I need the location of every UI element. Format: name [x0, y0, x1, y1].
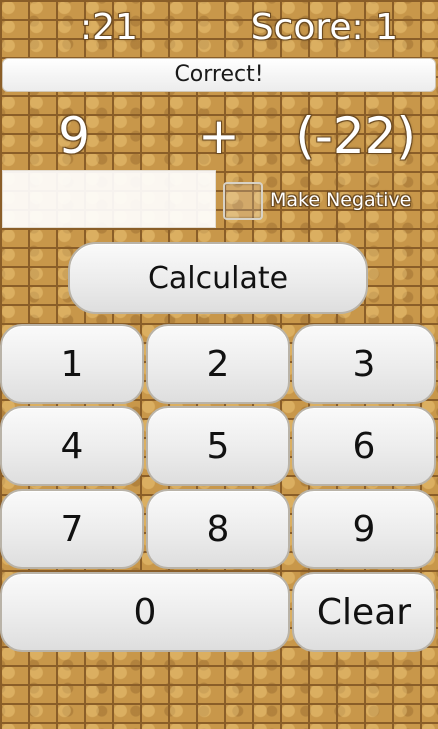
key-4-button[interactable]: 4: [0, 406, 144, 486]
status-message: Correct!: [2, 58, 436, 92]
key-5-button[interactable]: 5: [146, 406, 290, 486]
key-2-button[interactable]: 2: [146, 324, 290, 404]
timer-display: :21: [80, 7, 138, 48]
first-operand: 9: [58, 107, 90, 165]
key-7-button[interactable]: 7: [0, 489, 144, 569]
answer-input[interactable]: [2, 170, 216, 228]
key-1-button[interactable]: 1: [0, 324, 144, 404]
key-8-button[interactable]: 8: [146, 489, 290, 569]
second-operand: (-22): [295, 107, 416, 165]
calculate-button[interactable]: Calculate: [68, 242, 368, 314]
key-0-button[interactable]: 0: [0, 572, 290, 652]
key-9-button[interactable]: 9: [292, 489, 436, 569]
clear-button[interactable]: Clear: [292, 572, 436, 652]
key-3-button[interactable]: 3: [292, 324, 436, 404]
score-display: Score: 1: [250, 7, 398, 48]
operator-symbol: +: [198, 107, 240, 165]
make-negative-label: Make Negative: [270, 189, 412, 211]
make-negative-checkbox[interactable]: [223, 182, 263, 220]
key-6-button[interactable]: 6: [292, 406, 436, 486]
